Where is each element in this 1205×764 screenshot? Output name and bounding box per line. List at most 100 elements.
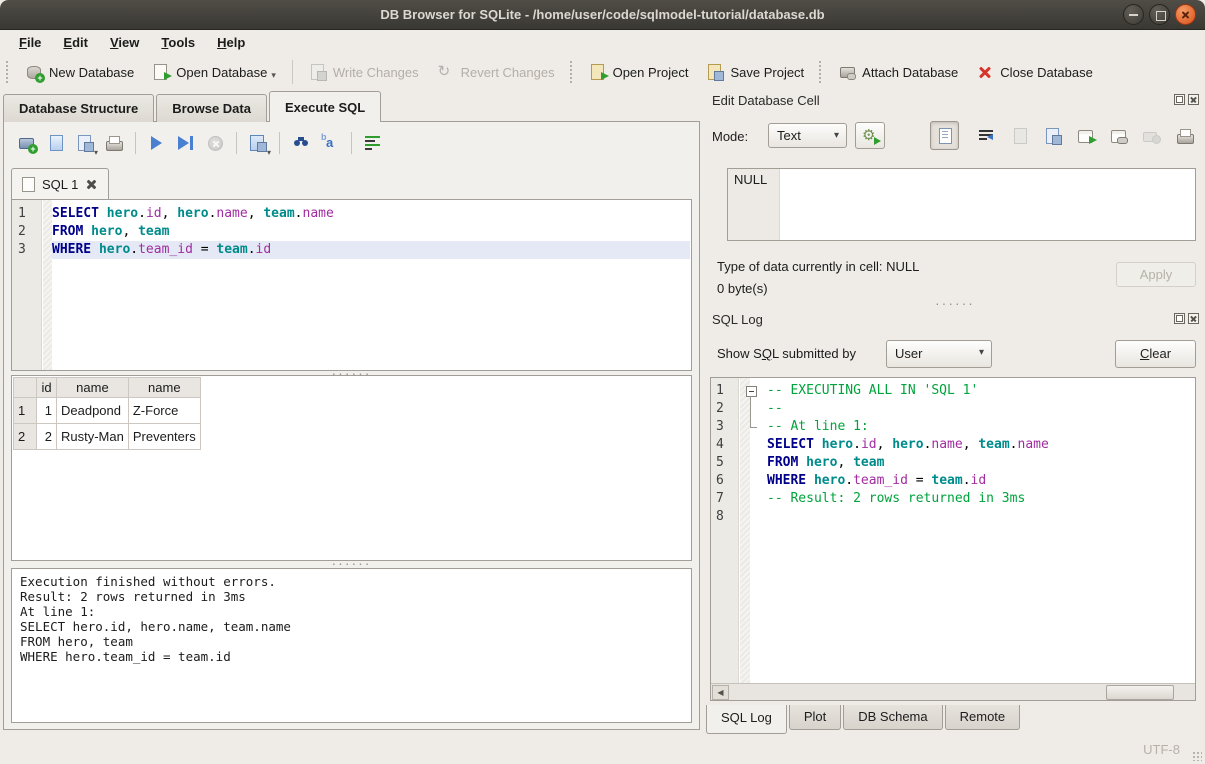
dropdown-caret-icon[interactable]: ▾ [94, 148, 98, 157]
stop-button [202, 130, 228, 156]
column-header-id[interactable]: id [37, 378, 57, 398]
cell[interactable]: Z-Force [128, 398, 200, 424]
clear-log-button[interactable]: Clear [1115, 340, 1196, 368]
open-in-external-button[interactable] [1076, 126, 1096, 146]
tab-remote[interactable]: Remote [945, 705, 1021, 730]
dropdown-caret-icon[interactable]: ▾ [267, 148, 271, 157]
fold-marker[interactable] [745, 418, 761, 436]
log-line: At line 1: [20, 604, 683, 619]
close-dock-icon[interactable] [1188, 94, 1199, 105]
open-project-button[interactable]: Open Project [580, 59, 698, 85]
new-sql-tab-button[interactable] [14, 130, 40, 156]
save-results-button[interactable]: ▾ [245, 130, 271, 156]
save-project-button[interactable]: Save Project [697, 59, 813, 85]
float-dock-icon[interactable] [1174, 313, 1185, 324]
row-header[interactable]: 1 [14, 398, 37, 424]
maximize-button[interactable] [1149, 4, 1170, 25]
minimize-button[interactable] [1123, 4, 1144, 25]
sql-editor[interactable]: 1SELECT hero.id, hero.name, team.name2FR… [11, 199, 692, 371]
fold-marker[interactable] [745, 400, 761, 418]
print-sql-button[interactable] [101, 130, 127, 156]
row-header-corner[interactable] [14, 378, 37, 398]
results-grid[interactable]: idnamename11DeadpondZ-Force22Rusty-ManPr… [11, 375, 692, 561]
close-tab-icon[interactable] [85, 178, 98, 191]
cell[interactable]: Deadpond [57, 398, 129, 424]
table-header-row: idnamename [14, 378, 201, 398]
toolbar-separator [135, 132, 136, 154]
code-line: 8 [767, 508, 1194, 526]
auto-switch-mode-button[interactable] [855, 122, 885, 149]
code-line: 1SELECT hero.id, hero.name, team.name [52, 205, 690, 223]
column-header-name[interactable]: name [57, 378, 129, 398]
save-results-icon [249, 134, 267, 152]
code-line: 6WHERE hero.team_id = team.id [767, 472, 1194, 490]
print-cell-button[interactable] [1175, 126, 1195, 146]
line-number: 8 [711, 508, 735, 526]
tab-execute-sql[interactable]: Execute SQL [269, 91, 381, 122]
app-window: DB Browser for SQLite - /home/user/code/… [0, 0, 1205, 764]
scrollbar-thumb[interactable] [1106, 685, 1174, 700]
sql-log-view[interactable]: 1-- EXECUTING ALL IN 'SQL 1'2--3-- At li… [710, 377, 1196, 701]
tab-sql-1[interactable]: SQL 1 [11, 168, 109, 199]
open-sql-file-button[interactable] [43, 130, 69, 156]
menu-view[interactable]: View [99, 33, 150, 52]
indent-button[interactable] [360, 130, 386, 156]
row-header[interactable]: 2 [14, 424, 37, 450]
execute-all-button[interactable] [144, 130, 170, 156]
text-document-button[interactable] [930, 121, 959, 150]
show-sql-label: Show SQL submitted by [717, 346, 856, 361]
tab-sql-log[interactable]: SQL Log [706, 705, 787, 734]
column-header-name[interactable]: name [128, 378, 200, 398]
word-wrap-button[interactable] [977, 126, 997, 146]
sql-editor-toolbar: ▾▾ [14, 129, 386, 157]
table-row[interactable]: 11DeadpondZ-Force [14, 398, 201, 424]
save-as-button[interactable] [1043, 126, 1063, 146]
close-button[interactable] [1175, 4, 1196, 25]
table-row[interactable]: 22Rusty-ManPreventers [14, 424, 201, 450]
fold-marker[interactable] [745, 382, 761, 400]
menu-file[interactable]: File [8, 33, 52, 52]
title-bar[interactable]: DB Browser for SQLite - /home/user/code/… [0, 0, 1205, 30]
execution-status-log[interactable]: Execution finished without errors.Result… [11, 568, 692, 723]
menu-help[interactable]: Help [206, 33, 256, 52]
cell[interactable]: 1 [37, 398, 57, 424]
line-number: 3 [711, 418, 735, 436]
tab-plot[interactable]: Plot [789, 705, 841, 730]
close-dock-icon[interactable] [1188, 313, 1199, 324]
cell[interactable]: Rusty-Man [57, 424, 129, 450]
scroll-left-arrow-icon[interactable]: ◀ [712, 685, 729, 700]
cell[interactable]: Preventers [128, 424, 200, 450]
dropdown-caret-icon[interactable]: ▾ [271, 70, 276, 81]
format-button[interactable] [317, 130, 343, 156]
menu-edit[interactable]: Edit [52, 33, 99, 52]
results-log-splitter[interactable]: ······ [4, 561, 699, 568]
write-changes-button: Write Changes [300, 59, 428, 85]
mode-select[interactable]: Text [768, 123, 847, 148]
tab-browse-data[interactable]: Browse Data [156, 94, 267, 122]
tab-database-structure[interactable]: Database Structure [3, 94, 154, 122]
log-horizontal-scrollbar[interactable]: ◀ ▶ [711, 683, 1195, 700]
line-number: 1 [711, 382, 735, 400]
menu-tools[interactable]: Tools [150, 33, 206, 52]
save-project-icon [706, 63, 724, 81]
dock-splitter[interactable]: ······ [705, 301, 1205, 308]
sql-source-select[interactable]: User [886, 340, 992, 368]
window-controls [1123, 4, 1196, 25]
link-cell-button[interactable] [1109, 126, 1129, 146]
cell-null-column: NULL [728, 169, 780, 240]
close-database-button[interactable]: Close Database [967, 59, 1102, 85]
line-number: 2 [711, 400, 735, 418]
open-sql-file-icon [47, 134, 65, 152]
open-database-button[interactable]: Open Database▾ [143, 59, 285, 85]
encoding-indicator[interactable]: UTF-8 [1143, 742, 1180, 757]
float-dock-icon[interactable] [1174, 94, 1185, 105]
save-sql-file-button[interactable]: ▾ [72, 130, 98, 156]
tab-db-schema[interactable]: DB Schema [843, 705, 942, 730]
attach-database-button[interactable]: Attach Database [829, 59, 967, 85]
execute-line-button[interactable] [173, 130, 199, 156]
cell-value-editor[interactable]: NULL [727, 168, 1196, 241]
find-button[interactable] [288, 130, 314, 156]
resize-grip[interactable] [1192, 751, 1202, 761]
cell[interactable]: 2 [37, 424, 57, 450]
new-database-button[interactable]: New Database [16, 59, 143, 85]
